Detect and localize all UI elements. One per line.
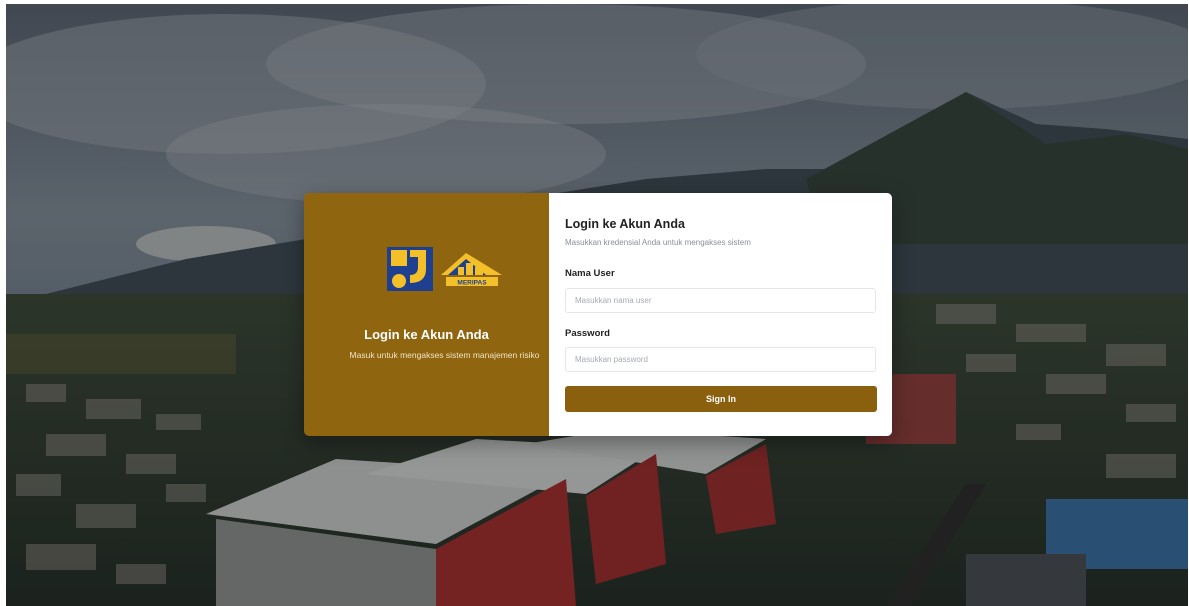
form-title: Login ke Akun Anda (565, 217, 685, 231)
password-input[interactable] (565, 347, 876, 372)
username-label: Nama User (565, 268, 615, 279)
brand-panel: MERIPAS Login ke Akun Anda Masuk untuk m… (304, 193, 549, 436)
password-label: Password (565, 328, 610, 339)
meripas-logo-text: MERIPAS (457, 280, 487, 287)
login-card: MERIPAS Login ke Akun Anda Masuk untuk m… (304, 193, 892, 436)
sign-in-button[interactable]: Sign In (565, 386, 877, 412)
meripas-logo-icon: MERIPAS (441, 253, 502, 287)
username-input[interactable] (565, 288, 876, 313)
brand-panel-title: Login ke Akun Anda (364, 327, 489, 342)
login-form: Login ke Akun Anda Masukkan kredensial A… (549, 193, 892, 436)
brand-panel-subtitle: Masuk untuk mengakses sistem manajemen r… (349, 350, 540, 360)
form-subtitle: Masukkan kredensial Anda untuk mengakses… (565, 238, 751, 247)
logo-group: MERIPAS (386, 245, 506, 295)
pu-logo-icon (387, 247, 433, 291)
